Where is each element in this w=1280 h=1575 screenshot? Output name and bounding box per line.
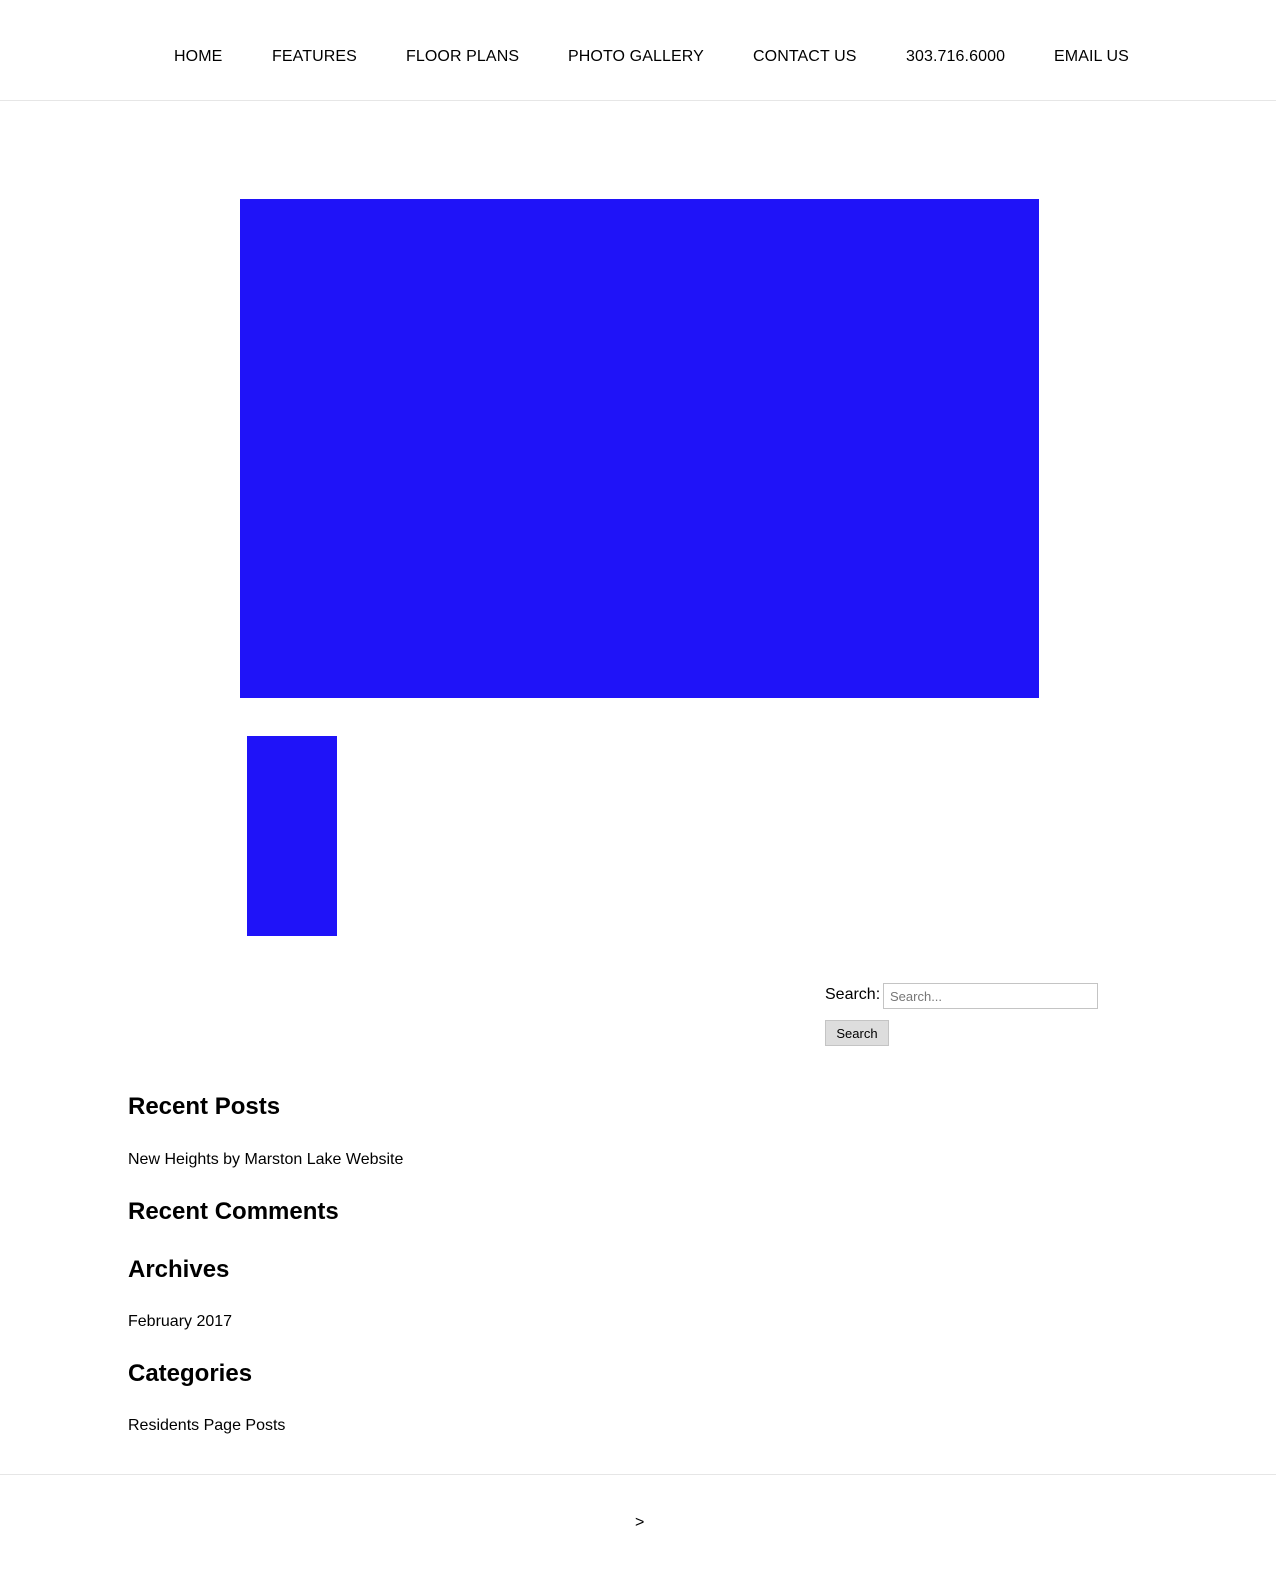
recent-comments-title: Recent Comments [128,1198,339,1225]
categories-title: Categories [128,1360,253,1387]
category-link[interactable]: Residents Page Posts [128,1416,285,1436]
gallery-thumbnail[interactable] [247,736,337,936]
archives-title: Archives [128,1256,230,1283]
search-input[interactable] [883,983,1098,1009]
nav-photo-gallery[interactable]: PHOTO GALLERY [568,47,704,67]
site-footer: > [0,1474,1276,1575]
recent-posts-title: Recent Posts [128,1093,281,1120]
recent-post-link[interactable]: New Heights by Marston Lake Website [128,1150,403,1170]
archive-link[interactable]: February 2017 [128,1312,232,1332]
main-nav: HOME FEATURES FLOOR PLANS PHOTO GALLERY … [0,47,1280,69]
search-label: Search: [825,986,881,1003]
site-header: HOME FEATURES FLOOR PLANS PHOTO GALLERY … [0,0,1276,101]
nav-contact-us[interactable]: CONTACT US [753,47,857,67]
nav-home[interactable]: HOME [174,47,222,67]
footer-arrow: > [635,1514,645,1531]
search-button[interactable]: Search [825,1020,889,1046]
nav-floor-plans[interactable]: FLOOR PLANS [406,47,519,67]
gallery-main-image[interactable] [240,199,1039,698]
nav-email-us[interactable]: EMAIL US [1054,47,1129,67]
nav-features[interactable]: FEATURES [272,47,357,67]
nav-phone[interactable]: 303.716.6000 [906,47,1005,67]
